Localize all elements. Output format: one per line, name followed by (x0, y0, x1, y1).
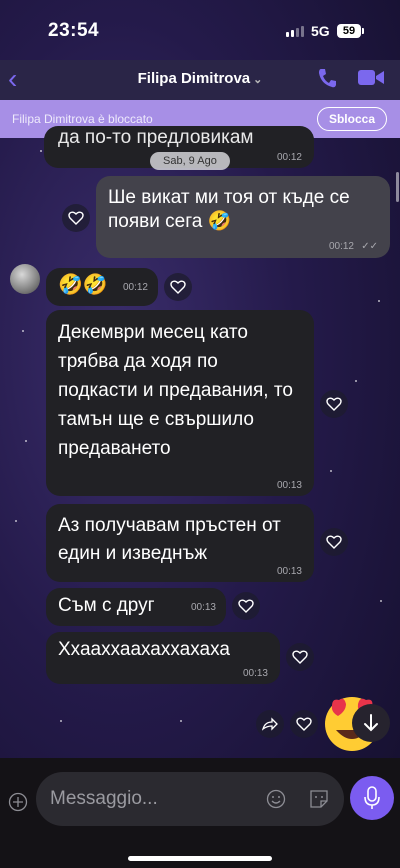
heart-icon[interactable] (320, 528, 348, 556)
heart-icon[interactable] (232, 592, 260, 620)
heart-icon[interactable] (286, 643, 314, 671)
chevron-down-icon: ⌄ (253, 74, 263, 86)
read-receipt-icon: ✓✓ (361, 241, 378, 252)
heart-icon[interactable] (290, 710, 318, 738)
message-time: 00:13 (276, 566, 302, 577)
heart-icon[interactable] (164, 273, 192, 301)
forward-arrow-icon[interactable] (256, 710, 284, 738)
message-bubble-incoming[interactable]: Съм с друг 00:13 (46, 588, 226, 626)
heart-icon[interactable] (320, 390, 348, 418)
heart-icon[interactable] (62, 204, 90, 232)
contact-name: Filipa Dimitrova (137, 70, 251, 87)
date-separator: Sab, 9 Ago (150, 152, 230, 170)
message-time: 00:13 (276, 480, 302, 491)
plus-circle-icon[interactable] (8, 792, 28, 812)
microphone-icon (364, 786, 380, 809)
message-bubble-incoming[interactable]: 🤣🤣 00:12 (46, 268, 158, 306)
chat-header: ‹ Filipa Dimitrova ⌄ (0, 60, 400, 100)
smiley-icon[interactable] (266, 789, 286, 809)
home-indicator (128, 856, 272, 861)
message-text: Съм с друг (58, 595, 155, 616)
message-time: 00:12 (328, 241, 354, 252)
composer-bar: Messaggio... (0, 758, 400, 868)
battery-icon: 59 (337, 24, 364, 38)
phone-icon[interactable] (316, 66, 338, 90)
scroll-to-bottom-button[interactable] (352, 704, 390, 742)
message-text: 🤣🤣 (58, 274, 108, 296)
message-text: Ше викат ми тоя от къде се появи сега 🤣 (108, 187, 350, 232)
contact-title[interactable]: Filipa Dimitrova ⌄ (0, 70, 400, 87)
message-text: да по-то предловикам (58, 127, 254, 148)
status-time: 23:54 (48, 20, 100, 41)
unblock-button[interactable]: Sblocca (316, 107, 387, 131)
video-camera-icon[interactable] (356, 66, 386, 90)
message-text: Аз получавам пръстен от един и изведнъж (58, 515, 281, 564)
scrollbar[interactable] (396, 172, 399, 202)
message-time: 00:12 (122, 282, 148, 293)
message-time: 00:12 (276, 152, 302, 163)
message-input-placeholder: Messaggio... (50, 788, 158, 809)
message-bubble-outgoing[interactable]: Ше викат ми тоя от къде се появи сега 🤣 … (96, 176, 390, 258)
avatar[interactable] (10, 264, 40, 294)
network-type: 5G (311, 23, 330, 39)
message-text: Декември месец като трябва да ходя по по… (58, 322, 293, 459)
status-bar: 23:54 5G 59 (0, 0, 400, 60)
message-bubble-incoming[interactable]: Ххааххаахаххахаха 00:13 (46, 632, 280, 684)
message-bubble-incoming[interactable]: Аз получавам пръстен от един и изведнъж … (46, 504, 314, 582)
message-input[interactable]: Messaggio... (36, 772, 344, 826)
message-text: Ххааххаахаххахаха (58, 639, 230, 660)
message-bubble-incoming[interactable]: Декември месец като трябва да ходя по по… (46, 310, 314, 496)
blocked-banner-text: Filipa Dimitrova è bloccato (12, 112, 153, 126)
microphone-button[interactable] (350, 776, 394, 820)
gif-sticker-icon[interactable] (308, 788, 330, 810)
signal-icon (286, 26, 304, 37)
message-time: 00:13 (242, 668, 268, 679)
arrow-down-icon (364, 714, 378, 732)
message-time: 00:13 (190, 602, 216, 613)
